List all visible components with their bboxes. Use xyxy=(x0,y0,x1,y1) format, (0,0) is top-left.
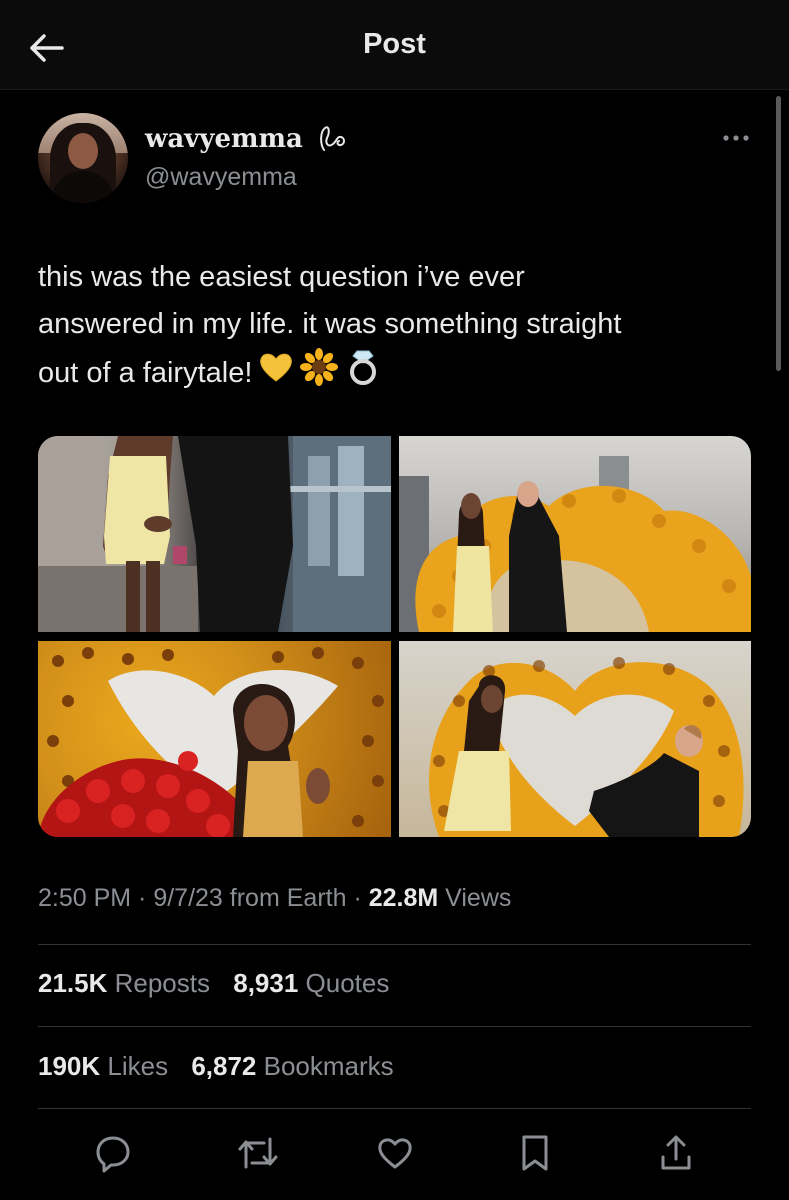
scrollbar[interactable] xyxy=(776,96,781,371)
yellow-heart-icon xyxy=(258,351,294,398)
post-text-line-last: out of a fairytale! xyxy=(38,348,758,401)
avatar[interactable] xyxy=(38,113,128,203)
views-label[interactable]: Views xyxy=(438,884,511,912)
stats-row-likes-bookmarks: 190K Likes 6,872 Bookmarks xyxy=(38,1051,410,1082)
like-button[interactable] xyxy=(370,1128,420,1178)
post-date: 9/7/23 xyxy=(153,884,223,912)
post-text-line: this was the easiest question i’ve ever xyxy=(38,261,525,293)
likes-count: 190K xyxy=(38,1051,101,1081)
reposts-count: 21.5K xyxy=(38,968,108,998)
media-photo-4[interactable] xyxy=(399,641,751,837)
share-icon xyxy=(661,1135,691,1170)
like-icon xyxy=(378,1138,412,1169)
post-text-line: out of a fairytale! xyxy=(38,357,253,390)
ring-icon xyxy=(344,348,382,401)
top-bar: Post xyxy=(0,0,789,90)
media-photo-3[interactable] xyxy=(38,641,391,837)
reposts-stat[interactable]: 21.5K Reposts xyxy=(38,968,210,998)
reply-icon xyxy=(96,1136,130,1173)
divider xyxy=(38,1108,751,1109)
reposts-label: Reposts xyxy=(107,968,210,998)
media-grid[interactable] xyxy=(38,436,751,837)
views-count[interactable]: 22.8M xyxy=(369,884,438,912)
divider xyxy=(38,944,751,945)
quotes-label: Quotes xyxy=(298,968,390,998)
repost-button[interactable] xyxy=(233,1128,283,1178)
likes-stat[interactable]: 190K Likes xyxy=(38,1051,168,1081)
action-bar xyxy=(0,1128,789,1180)
bookmarks-label: Bookmarks xyxy=(256,1051,394,1081)
quotes-stat[interactable]: 8,931 Quotes xyxy=(233,968,389,998)
share-button[interactable] xyxy=(651,1128,701,1178)
divider xyxy=(38,1026,751,1027)
sunflower-icon xyxy=(300,348,339,401)
author-handle[interactable]: @wavyemma xyxy=(145,163,297,192)
quotes-count: 8,931 xyxy=(233,968,299,998)
media-photo-2[interactable] xyxy=(399,436,751,632)
post-text-line: answered in my life. it was something st… xyxy=(38,308,622,340)
meta-separator: · xyxy=(131,884,154,912)
stats-row-reposts-quotes: 21.5K Reposts 8,931 Quotes xyxy=(38,968,405,999)
cursive-signature-icon xyxy=(316,124,350,159)
post-meta: 2:50 PM · 9/7/23 from Earth · 22.8M View… xyxy=(38,884,511,913)
more-options-button[interactable] xyxy=(716,126,756,150)
bookmark-icon xyxy=(522,1135,548,1171)
post-source: from Earth xyxy=(222,884,347,912)
author-display-name[interactable]: wavyemma xyxy=(145,124,303,154)
reply-button[interactable] xyxy=(88,1128,138,1178)
bookmarks-count: 6,872 xyxy=(191,1051,257,1081)
bookmarks-stat[interactable]: 6,872 Bookmarks xyxy=(191,1051,393,1081)
bookmark-button[interactable] xyxy=(510,1128,560,1178)
likes-label: Likes xyxy=(100,1051,169,1081)
page-title: Post xyxy=(363,28,426,60)
meta-separator: · xyxy=(346,884,369,912)
media-photo-1[interactable] xyxy=(38,436,391,632)
repost-icon xyxy=(238,1137,278,1169)
post-text: this was the easiest question i’ve ever … xyxy=(38,254,758,401)
more-options-icon xyxy=(723,135,749,141)
post-time: 2:50 PM xyxy=(38,884,132,912)
